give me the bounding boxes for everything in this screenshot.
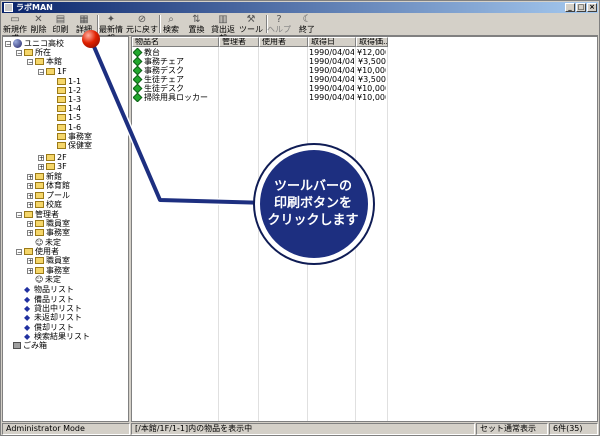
pointer-dot — [82, 30, 100, 48]
callout-line-3: クリックします — [267, 213, 359, 228]
callout-text: ツールバーの 印刷ボタンを クリックします — [260, 178, 366, 229]
callout-line-2: 印刷ボタンを — [273, 196, 352, 211]
callout-line-1: ツールバーの — [273, 179, 352, 194]
